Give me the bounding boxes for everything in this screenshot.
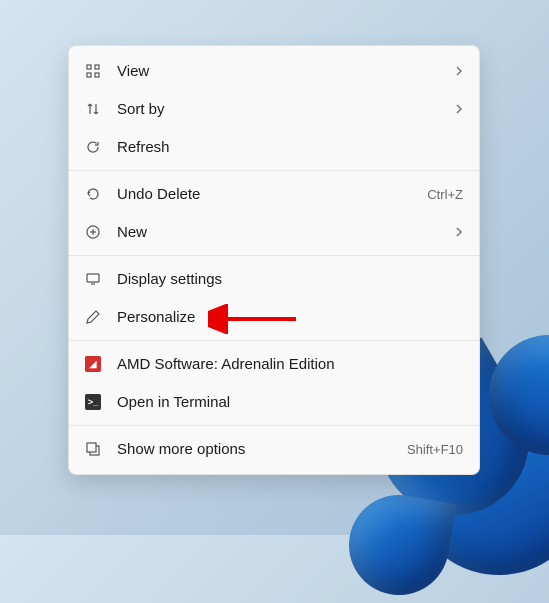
new-icon [85, 224, 117, 240]
menu-item-label: Display settings [117, 271, 463, 288]
menu-item-label: Open in Terminal [117, 394, 463, 411]
menu-item-label: Show more options [117, 441, 407, 458]
desktop-context-menu: View Sort by Refresh Undo D [68, 45, 480, 475]
menu-item-label: Refresh [117, 139, 463, 156]
menu-separator [69, 425, 479, 426]
menu-separator [69, 255, 479, 256]
menu-item-label: Sort by [117, 101, 447, 118]
personalize-icon [85, 309, 117, 325]
menu-item-shortcut: Ctrl+Z [427, 187, 463, 202]
menu-item-display-settings[interactable]: Display settings [69, 260, 479, 298]
undo-icon [85, 186, 117, 202]
menu-item-label: AMD Software: Adrenalin Edition [117, 356, 463, 373]
refresh-icon [85, 139, 117, 155]
menu-item-label: Undo Delete [117, 186, 427, 203]
menu-separator [69, 170, 479, 171]
terminal-icon: >_ [85, 394, 117, 410]
menu-separator [69, 340, 479, 341]
sort-icon [85, 101, 117, 117]
menu-item-new[interactable]: New [69, 213, 479, 251]
menu-item-show-more-options[interactable]: Show more options Shift+F10 [69, 430, 479, 468]
view-icon [85, 63, 117, 79]
menu-item-label: New [117, 224, 447, 241]
chevron-right-icon [447, 226, 463, 238]
menu-item-refresh[interactable]: Refresh [69, 128, 479, 166]
menu-item-sort-by[interactable]: Sort by [69, 90, 479, 128]
amd-icon: ◢ [85, 356, 117, 372]
menu-item-view[interactable]: View [69, 52, 479, 90]
more-options-icon [85, 441, 117, 457]
menu-item-amd-software[interactable]: ◢ AMD Software: Adrenalin Edition [69, 345, 479, 383]
menu-item-undo-delete[interactable]: Undo Delete Ctrl+Z [69, 175, 479, 213]
menu-item-label: View [117, 63, 447, 80]
chevron-right-icon [447, 65, 463, 77]
menu-item-open-terminal[interactable]: >_ Open in Terminal [69, 383, 479, 421]
menu-item-shortcut: Shift+F10 [407, 442, 463, 457]
menu-item-label: Personalize [117, 309, 463, 326]
display-icon [85, 271, 117, 287]
chevron-right-icon [447, 103, 463, 115]
menu-item-personalize[interactable]: Personalize [69, 298, 479, 336]
